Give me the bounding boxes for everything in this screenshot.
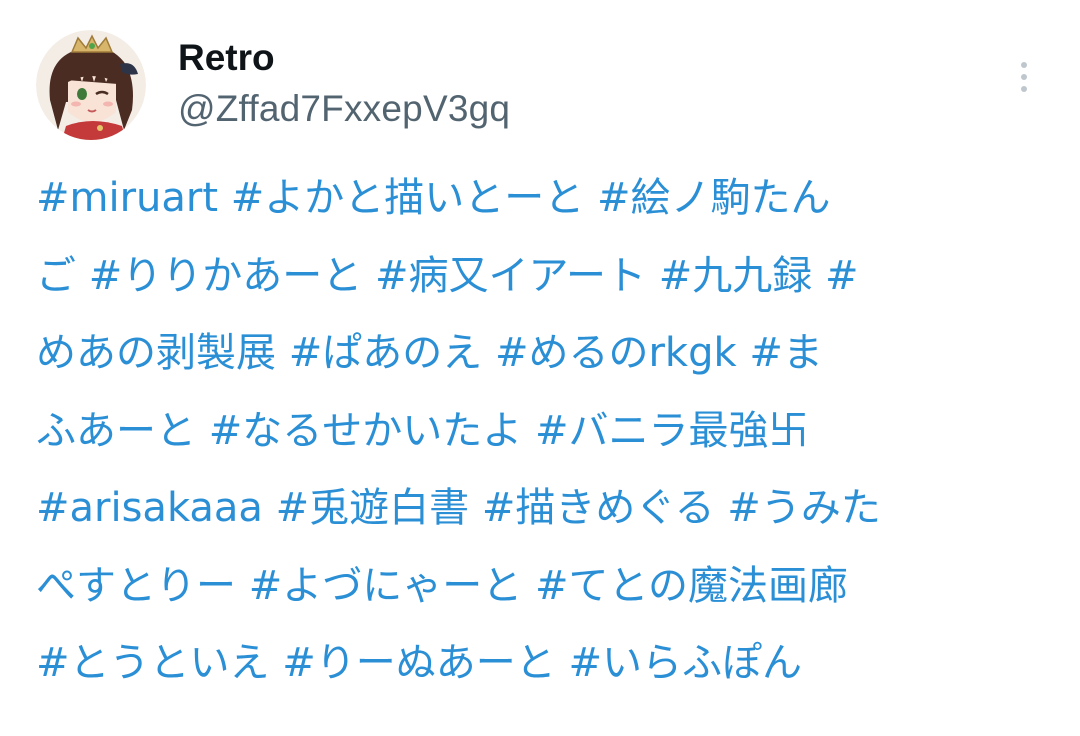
more-vertical-icon-dot	[1021, 74, 1027, 80]
avatar-illustration	[36, 30, 146, 140]
tweet-text: #miruart #よかと描いとーと #絵ノ駒たん ご #りりかあーと #病又イ…	[36, 160, 1036, 703]
tweet-card: Retro @Zffad7FxxepV3gq #miruart #よかと描いとー…	[0, 0, 1080, 736]
tweet-line[interactable]: ふあーと #なるせかいたよ #バニラ最強卐	[36, 393, 1036, 471]
tweet-line[interactable]: ぺすとりー #よづにゃーと #てとの魔法画廊	[36, 548, 1036, 626]
avatar[interactable]	[36, 30, 146, 140]
tweet-line[interactable]: #arisakaaa #兎遊白書 #描きめぐる #うみた	[36, 470, 1036, 548]
display-name[interactable]: Retro	[178, 36, 275, 80]
more-vertical-icon-dot	[1021, 86, 1027, 92]
more-vertical-icon	[1021, 62, 1027, 68]
tweet-line[interactable]: #とうといえ #りーぬあーと #いらふぽん	[36, 625, 1036, 703]
more-options-button[interactable]	[1004, 52, 1044, 102]
tweet-line[interactable]: ご #りりかあーと #病又イアート #九九録 #	[36, 238, 1036, 316]
tweet-line[interactable]: めあの剥製展 #ぱあのえ #めるのrkgk #ま	[36, 315, 1036, 393]
user-handle[interactable]: @Zffad7FxxepV3gq	[178, 86, 510, 132]
tweet-line[interactable]: #miruart #よかと描いとーと #絵ノ駒たん	[36, 160, 1036, 238]
